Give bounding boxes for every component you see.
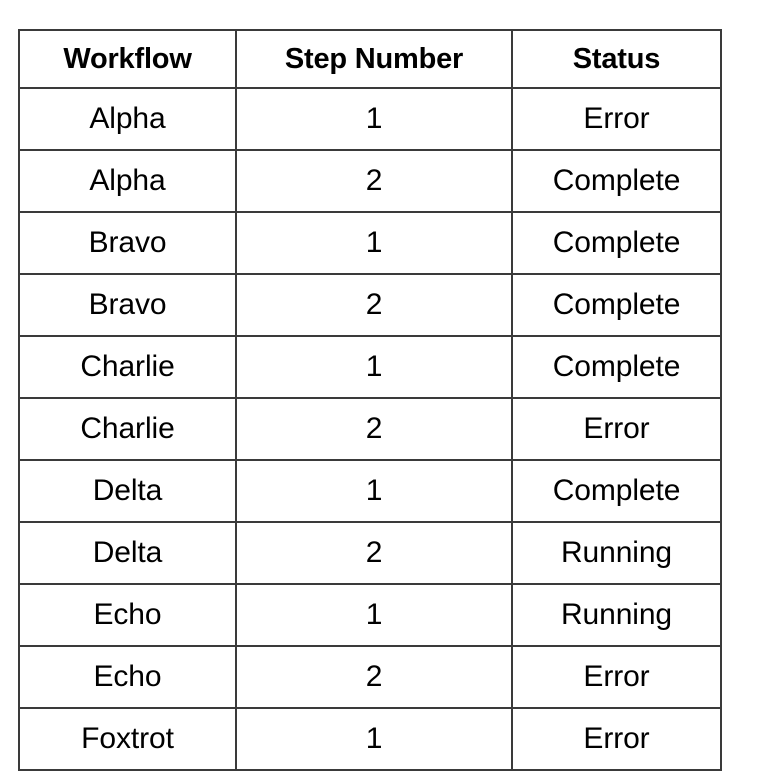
cell-step-number: 2 [235,397,513,461]
table-row: Bravo 2 Complete [18,273,722,337]
cell-status: Complete [511,211,722,275]
cell-step-number: 1 [235,335,513,399]
cell-status: Complete [511,273,722,337]
cell-status: Error [511,87,722,151]
cell-status: Running [511,521,722,585]
table-row: Echo 1 Running [18,583,722,647]
table-row: Alpha 1 Error [18,87,722,151]
cell-workflow: Echo [18,645,237,709]
cell-workflow: Delta [18,521,237,585]
cell-workflow: Echo [18,583,237,647]
page-canvas: Workflow Step Number Status Alpha 1 Error A… [0,0,758,771]
cell-status: Running [511,583,722,647]
cell-status: Complete [511,149,722,213]
column-header-status: Status [511,29,722,89]
cell-workflow: Delta [18,459,237,523]
cell-step-number: 1 [235,583,513,647]
cell-step-number: 1 [235,707,513,771]
table-row: Echo 2 Error [18,645,722,709]
cell-workflow: Alpha [18,149,237,213]
table-row: Bravo 1 Complete [18,211,722,275]
table-row: Charlie 1 Complete [18,335,722,399]
cell-status: Error [511,707,722,771]
cell-step-number: 2 [235,645,513,709]
cell-status: Error [511,397,722,461]
table-row: Alpha 2 Complete [18,149,722,213]
cell-workflow: Foxtrot [18,707,237,771]
cell-step-number: 1 [235,459,513,523]
table-header-row: Workflow Step Number Status [18,29,722,89]
cell-workflow: Charlie [18,397,237,461]
table-row: Delta 2 Running [18,521,722,585]
table-row: Foxtrot 1 Error [18,707,722,771]
table-row: Charlie 2 Error [18,397,722,461]
cell-step-number: 2 [235,149,513,213]
column-header-workflow: Workflow [18,29,237,89]
table-row: Delta 1 Complete [18,459,722,523]
cell-step-number: 2 [235,521,513,585]
cell-step-number: 1 [235,87,513,151]
table-header: Workflow Step Number Status [18,29,722,89]
cell-step-number: 1 [235,211,513,275]
workflow-status-table: Workflow Step Number Status Alpha 1 Error A… [18,29,722,771]
cell-workflow: Bravo [18,273,237,337]
cell-status: Complete [511,459,722,523]
cell-step-number: 2 [235,273,513,337]
cell-status: Complete [511,335,722,399]
cell-workflow: Bravo [18,211,237,275]
column-header-step-number: Step Number [235,29,513,89]
cell-workflow: Alpha [18,87,237,151]
cell-status: Error [511,645,722,709]
table-body: Alpha 1 Error Alpha 2 Complete Bravo 1 Complete B… [18,87,722,771]
cell-workflow: Charlie [18,335,237,399]
